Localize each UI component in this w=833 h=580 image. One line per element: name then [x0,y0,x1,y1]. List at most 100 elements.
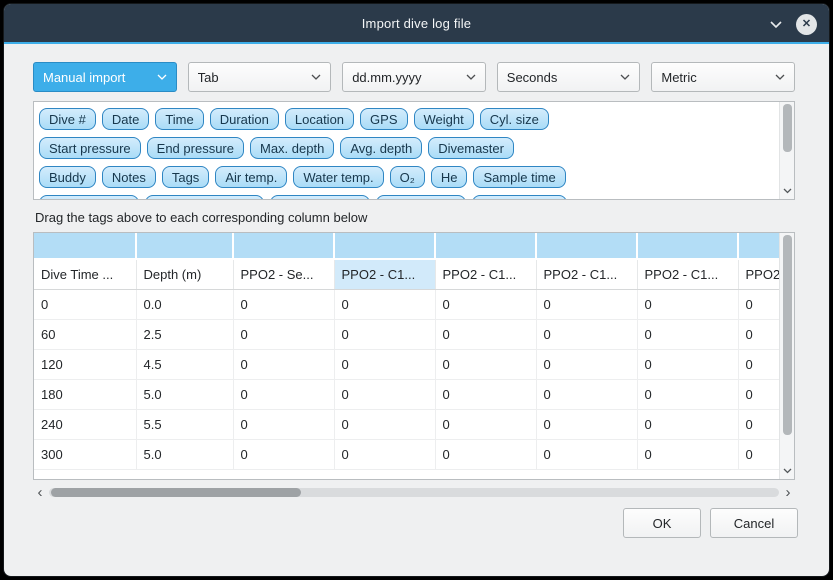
tag-air-temp[interactable]: Air temp. [215,166,287,188]
table-cell: 0 [637,439,738,469]
column-header[interactable]: Depth (m) [136,259,233,289]
tag-pool-scrollbar[interactable] [779,102,794,199]
table-cell: 0 [233,409,334,439]
column-header[interactable]: PPO2 - C1... [536,259,637,289]
table-vertical-scrollbar[interactable] [779,233,794,479]
tag-row: Start pressure End pressure Max. depth Avg.… [39,137,778,159]
column-header[interactable]: PPO2 - C1... [738,259,779,289]
drop-target-cell[interactable] [637,233,738,259]
scroll-down-arrow-icon[interactable] [780,465,795,477]
tag-pool-scrollbar-handle[interactable] [783,104,792,152]
tag-sample-pressure[interactable]: Sample pressure [145,195,263,199]
tag-dive[interactable]: Dive # [39,108,96,130]
drop-target-cell[interactable] [34,233,136,259]
table-scrollbar-handle[interactable] [783,235,792,435]
table-cell: 0 [233,349,334,379]
combo-selected-value: Metric [661,70,769,85]
column-header[interactable]: PPO2 - C1... [435,259,536,289]
drop-target-cell[interactable] [738,233,779,259]
tag-time[interactable]: Time [155,108,203,130]
table-row: 602.5000000 [34,319,779,349]
scroll-left-arrow-icon[interactable]: ‹ [33,486,47,499]
table-horizontal-scrollbar[interactable]: ‹ › [33,485,795,500]
tag-pool: Dive # Date Time Duration Location GPS Weight C… [33,101,795,200]
combo-selected-value: Tab [198,70,306,85]
tag-max-depth[interactable]: Max. depth [250,137,334,159]
tag-avg-depth[interactable]: Avg. depth [340,137,422,159]
units-combo[interactable]: Metric [651,62,795,92]
scroll-down-arrow-icon[interactable] [780,185,795,197]
tag-weight[interactable]: Weight [414,108,474,130]
table-cell: 0 [435,379,536,409]
tag-water-temp[interactable]: Water temp. [293,166,383,188]
column-header[interactable]: PPO2 - C1... [334,259,435,289]
table-cell: 0 [334,379,435,409]
table-cell: 0 [738,379,779,409]
table-row: 1204.5000000 [34,349,779,379]
tag-cyl-size[interactable]: Cyl. size [480,108,549,130]
table-cell: 0 [536,289,637,319]
tag-gps[interactable]: GPS [360,108,407,130]
tag-row: Buddy Notes Tags Air temp. Water temp. O₂ HeSa… [39,166,778,188]
table-cell: 0 [334,349,435,379]
cancel-button[interactable]: Cancel [710,508,798,538]
tag-date[interactable]: Date [102,108,149,130]
table-cell: 0 [233,319,334,349]
tag-tags[interactable]: Tags [162,166,209,188]
tag-start-pressure[interactable]: Start pressure [39,137,141,159]
drop-target-cell[interactable] [233,233,334,259]
import-type-combo[interactable]: Manual import [33,62,177,92]
toolbar: Manual import Tab dd.mm.yyyy Seconds Metric [33,62,795,92]
table-cell: 0 [233,379,334,409]
chevron-down-icon [157,74,167,80]
close-button[interactable]: ✕ [796,14,817,35]
drop-target-cell[interactable] [334,233,435,259]
column-header[interactable]: Dive Time ... [34,259,136,289]
horizontal-scroll-handle[interactable] [51,488,301,497]
table-cell: 0 [334,409,435,439]
table-cell: 0 [435,409,536,439]
instruction-text: Drag the tags above to each correspondin… [35,210,367,225]
table-cell: 0 [334,289,435,319]
table-cell: 0 [637,319,738,349]
tag-end-pressure[interactable]: End pressure [147,137,244,159]
dialog-buttons: OK Cancel [623,508,798,538]
tag-sample-temp[interactable]: Sample temp. [270,195,370,199]
table-cell: 0 [435,349,536,379]
tag-sample-cns[interactable]: Sample CNS [472,195,567,199]
ok-button[interactable]: OK [623,508,701,538]
drop-target-cell[interactable] [136,233,233,259]
tag-duration[interactable]: Duration [210,108,279,130]
table-cell: 5.5 [136,409,233,439]
field-separator-combo[interactable]: Tab [188,62,332,92]
titlebar-chevron-down-icon[interactable] [766,14,786,34]
table-cell: 0 [233,439,334,469]
table-cell: 4.5 [136,349,233,379]
tag-location[interactable]: Location [285,108,354,130]
tag-sample-po[interactable]: Sample pO₂ [376,195,466,199]
table-cell: 0 [738,409,779,439]
chevron-down-icon [775,74,785,80]
drop-target-cell[interactable] [536,233,637,259]
tag-sample-depth[interactable]: Sample depth [39,195,139,199]
drop-target-cell[interactable] [435,233,536,259]
titlebar[interactable]: Import dive log file ✕ [4,4,829,44]
table-cell: 0 [637,409,738,439]
column-header[interactable]: PPO2 - C1... [637,259,738,289]
column-header[interactable]: PPO2 - Se... [233,259,334,289]
tag-buddy[interactable]: Buddy [39,166,96,188]
tag-divemaster[interactable]: Divemaster [428,137,514,159]
table-row: 2405.5000000 [34,409,779,439]
tag-rows: Dive # Date Time Duration Location GPS Weight C… [34,102,778,199]
table-cell: 5.0 [136,379,233,409]
time-format-combo[interactable]: Seconds [497,62,641,92]
scroll-right-arrow-icon[interactable]: › [781,486,795,499]
date-format-combo[interactable]: dd.mm.yyyy [342,62,486,92]
table-cell: 0 [738,319,779,349]
tag-he[interactable]: He [431,166,468,188]
table-row: 1805.0000000 [34,379,779,409]
tag-notes[interactable]: Notes [102,166,156,188]
tag-o[interactable]: O₂ [390,166,425,188]
tag-sample-time[interactable]: Sample time [473,166,565,188]
horizontal-scroll-track[interactable] [49,488,779,497]
